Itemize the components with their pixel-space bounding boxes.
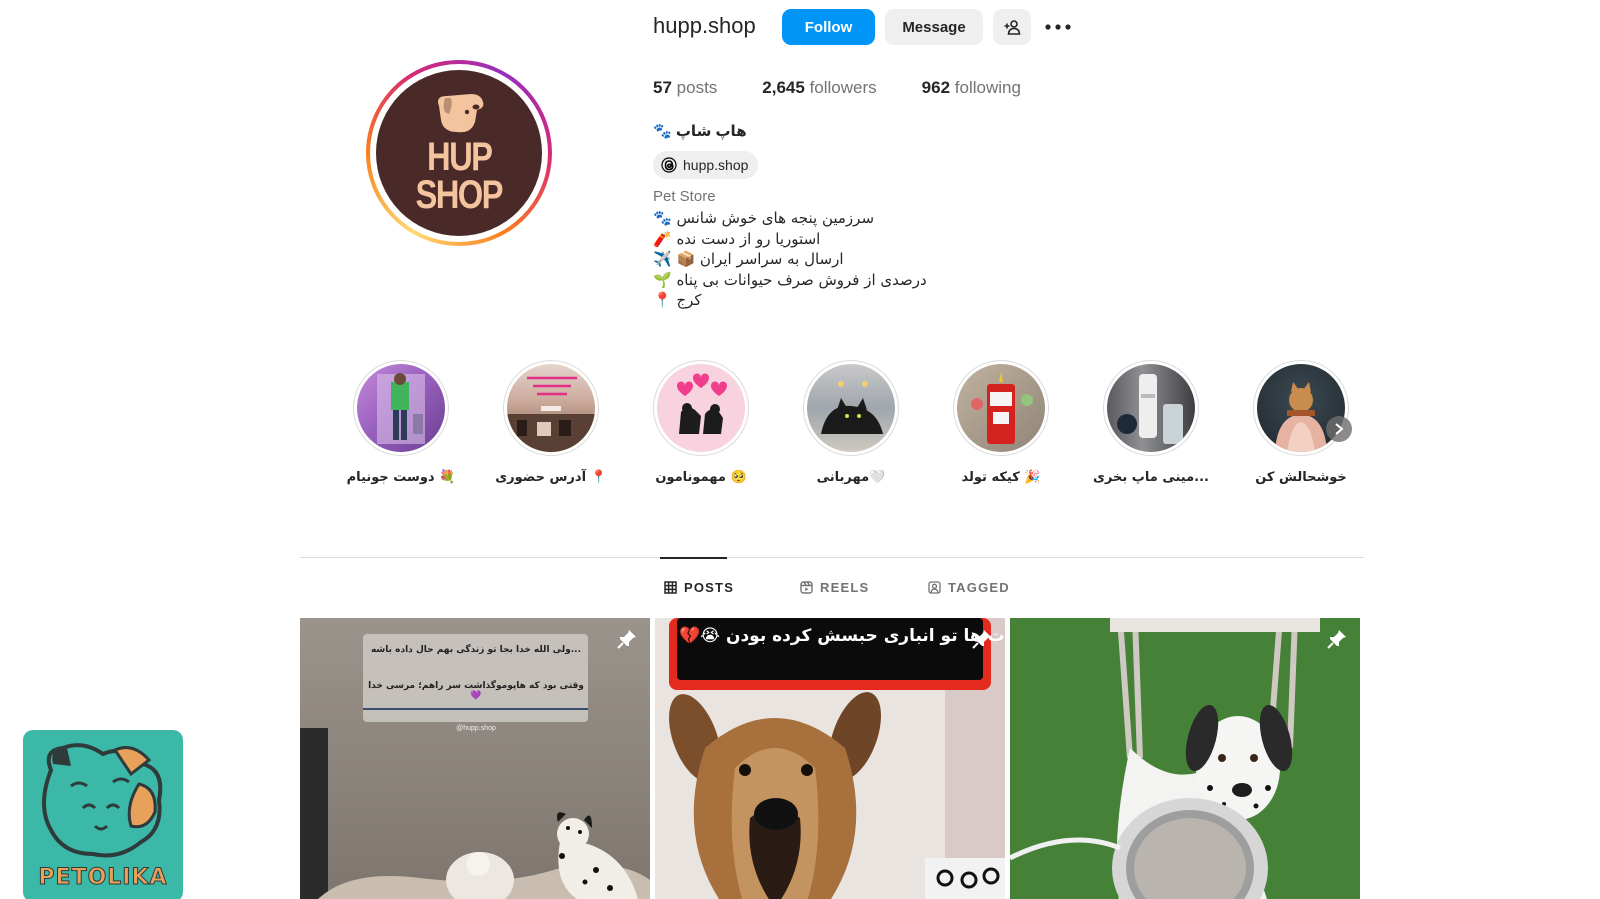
tabs-divider xyxy=(300,557,1364,558)
post-caption: 💔😭 مدت ها تو انباری حبسش کرده بودن xyxy=(679,626,1005,646)
suggest-users-button[interactable] xyxy=(993,9,1031,45)
threads-badge[interactable]: hupp.shop xyxy=(653,151,759,179)
post-image xyxy=(655,618,1005,899)
profile-full-name: 🐾 هاپ شاپ xyxy=(653,123,747,140)
threads-handle: hupp.shop xyxy=(683,157,749,173)
post-overlay-handle: @hupp.shop xyxy=(456,725,496,732)
followers-stat[interactable]: 2,645 followers xyxy=(762,78,876,98)
highlight-label: دوست جونیام 💐 xyxy=(346,470,456,485)
highlight-label: مینی ماپ بخری... xyxy=(1093,470,1209,485)
bio-line: 🧨 استوریا رو از دست نده xyxy=(653,229,821,248)
highlight-item[interactable]: مینی ماپ بخری... xyxy=(1091,360,1211,485)
watermark-text: PETOLIKA xyxy=(38,865,168,891)
logo-text-hup: HUP xyxy=(426,135,493,179)
profile-username: hupp.shop xyxy=(653,13,756,38)
tab-tagged[interactable]: TAGGED xyxy=(928,580,1010,595)
post-tile[interactable] xyxy=(1010,618,1360,899)
kindness-highlight-icon xyxy=(807,364,895,452)
posts-stat: 57 posts xyxy=(653,78,717,98)
reels-icon xyxy=(800,581,813,594)
bio-line: ✈️ 📦 ارسال به سراسر ایران xyxy=(653,250,844,268)
following-label: following xyxy=(954,78,1021,97)
tab-label: POSTS xyxy=(684,580,735,595)
address-highlight-icon xyxy=(507,364,595,452)
add-user-icon xyxy=(1004,20,1021,35)
highlight-label: مهمونامون 🥺 xyxy=(655,470,747,485)
highlight-label: آدرس حضوری 📍 xyxy=(495,470,607,485)
pin-icon xyxy=(972,630,991,649)
guests-highlight-icon xyxy=(657,364,745,452)
profile-header: HUP SHOP hupp.shop Follow Message 57 pos… xyxy=(0,0,1600,330)
pet-logo-icon xyxy=(42,743,163,858)
tab-posts[interactable]: POSTS xyxy=(664,580,734,595)
pin-icon xyxy=(1327,630,1346,649)
followers-count: 2,645 xyxy=(762,78,805,97)
dog-logo-icon xyxy=(438,94,484,133)
bio-line: 🌱 درصدی از فروش صرف حیوانات بی پناه xyxy=(653,270,927,289)
followers-label: followers xyxy=(809,78,877,97)
post-tile[interactable]: 💔😭 مدت ها تو انباری حبسش کرده بودن xyxy=(655,618,1005,899)
highlight-item[interactable]: آدرس حضوری 📍 xyxy=(491,360,611,485)
posts-grid: ولی الله خدا بجا تو زندگی بهم حال داده ب… xyxy=(300,618,1360,899)
profile-category: Pet Store xyxy=(653,188,716,205)
highlight-label: خوشحالش کن xyxy=(1255,470,1347,485)
following-count: 962 xyxy=(921,78,951,97)
active-tab-indicator xyxy=(660,557,727,559)
friends-highlight-icon xyxy=(357,364,445,452)
following-stat[interactable]: 962 following xyxy=(922,78,1021,98)
profile-avatar-story-ring[interactable]: HUP SHOP xyxy=(366,60,552,246)
pin-icon xyxy=(617,630,636,649)
story-highlights: دوست جونیام 💐 آدرس حضوری 📍 مهمونامون 🥺 م… xyxy=(0,360,1600,500)
petolika-watermark: PETOLIKA xyxy=(23,730,183,899)
post-tile[interactable]: ولی الله خدا بجا تو زندگی بهم حال داده ب… xyxy=(300,618,650,899)
posts-label: posts xyxy=(676,78,718,97)
highlight-item[interactable]: مهمونامون 🥺 xyxy=(641,360,761,485)
post-overlay-text: ولی الله خدا بجا تو زندگی بهم حال داده ب… xyxy=(370,645,582,655)
highlight-item[interactable]: مهربانی🤍 xyxy=(791,360,911,485)
grid-icon xyxy=(664,581,677,594)
logo-text-shop: SHOP xyxy=(415,173,504,217)
message-button[interactable]: Message xyxy=(885,9,983,45)
threads-icon xyxy=(661,157,677,173)
bio-line: 📍 کرج xyxy=(653,291,702,309)
birthday-cake-highlight-icon xyxy=(957,364,1045,452)
profile-avatar: HUP SHOP xyxy=(376,70,542,236)
follow-button[interactable]: Follow xyxy=(782,9,875,45)
highlights-next-button[interactable] xyxy=(1326,416,1352,442)
highlight-label: مهربانی🤍 xyxy=(816,470,886,485)
tagged-icon xyxy=(928,581,941,594)
post-image xyxy=(1010,618,1360,899)
highlight-item[interactable]: دوست جونیام 💐 xyxy=(341,360,461,485)
bio-line: 🐾 سرزمین پنجه های خوش شانس xyxy=(653,209,875,227)
more-options-button[interactable] xyxy=(1040,9,1076,45)
highlight-item[interactable]: کیکه تولد 🎉 xyxy=(941,360,1061,485)
chevron-right-icon xyxy=(1335,423,1344,435)
highlight-label: کیکه تولد 🎉 xyxy=(961,470,1041,485)
posts-count: 57 xyxy=(653,78,672,97)
profile-stats: 57 posts 2,645 followers 962 following xyxy=(653,78,1066,98)
tab-label: REELS xyxy=(820,580,870,595)
more-horizontal-icon xyxy=(1045,24,1071,30)
tab-reels[interactable]: REELS xyxy=(800,580,869,595)
mini-mop-highlight-icon xyxy=(1107,364,1195,452)
post-image xyxy=(300,618,650,899)
post-overlay-text: وقتی بود که هاپوموگذاشت سر راهم؛ مرسی خد… xyxy=(368,681,584,701)
tab-label: TAGGED xyxy=(948,580,1010,595)
profile-bio: 🐾 سرزمین پنجه های خوش شانس 🧨 استوریا رو … xyxy=(653,208,927,311)
